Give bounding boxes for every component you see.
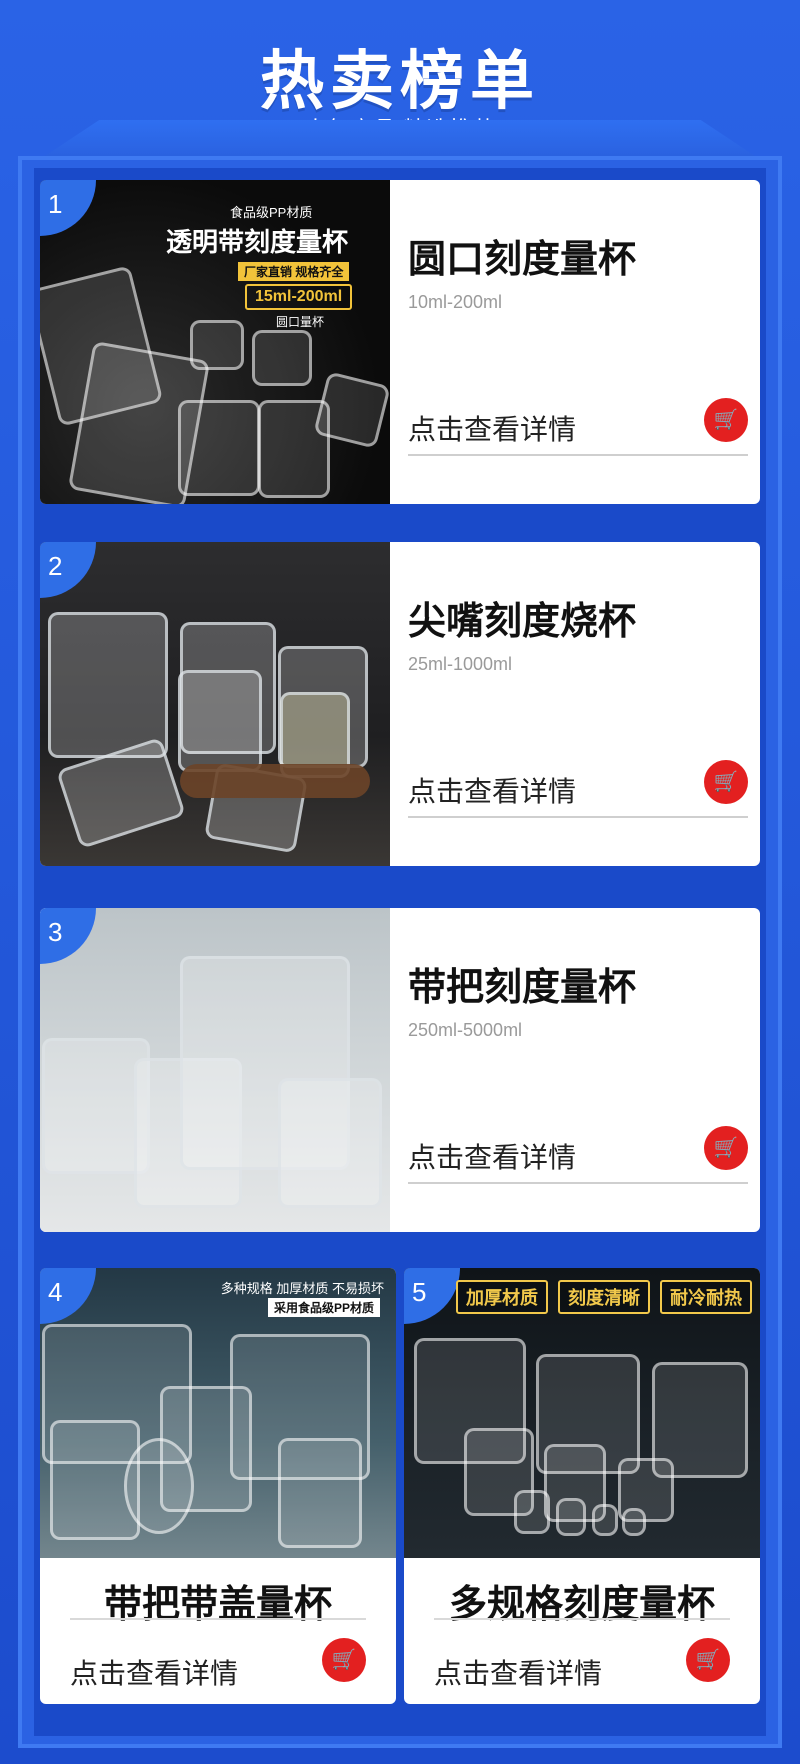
- product-title-1: 圆口刻度量杯: [408, 239, 637, 281]
- shopping-cart-icon[interactable]: 🛒: [704, 760, 748, 804]
- lid-cup-shape: [278, 1438, 362, 1548]
- product-image-2[interactable]: 2: [40, 542, 390, 866]
- view-details-text-1: 点击查看详情: [408, 414, 577, 445]
- product-card-2[interactable]: 2 尖嘴刻度烧杯 25ml-1000ml 点击查看详情 🛒: [40, 542, 760, 866]
- feature-chip: 刻度清晰: [558, 1280, 650, 1314]
- rank-badge-5: 5: [404, 1268, 460, 1324]
- lid-cup-shape: [124, 1438, 194, 1534]
- image-text-4-line1: 多种规格 加厚材质 不易损坏: [220, 1281, 384, 1296]
- product-card-5[interactable]: 5 加厚材质 刻度清晰 耐冷耐热 多规格刻度量杯 点击查看详情 🛒: [404, 1268, 760, 1704]
- wooden-board: [180, 764, 370, 798]
- rank-badge-2: 2: [40, 542, 96, 598]
- cup-shape: [252, 330, 312, 386]
- measuring-cup-shape: [278, 1078, 382, 1208]
- divider: [434, 1618, 730, 1620]
- shopping-cart-icon[interactable]: 🛒: [686, 1638, 730, 1682]
- measuring-cup-shape: [592, 1504, 618, 1536]
- shopping-cart-icon[interactable]: 🛒: [322, 1638, 366, 1682]
- shopping-cart-icon[interactable]: 🛒: [704, 398, 748, 442]
- cup-shape: [178, 400, 260, 496]
- image-text-4-line2: 采用食品级PP材质: [267, 1298, 380, 1317]
- view-details-text-4[interactable]: 点击查看详情: [70, 1652, 238, 1692]
- product-image-1[interactable]: 1 食品级PP材质 透明带刻度量杯 厂家直销 规格齐全 15ml-200ml 圆…: [40, 180, 391, 504]
- image-text-1-line1: 食品级PP材质: [230, 205, 313, 220]
- measuring-cup-shape: [514, 1490, 550, 1534]
- rank-badge-1: 1: [40, 180, 96, 236]
- product-title-2: 尖嘴刻度烧杯: [408, 601, 637, 643]
- view-details-text-5[interactable]: 点击查看详情: [434, 1652, 602, 1692]
- hot-sale-page: 热卖榜单 人气商品 精选推荐 1 食品级PP材质 透明带刻度量杯 厂家直销 规格…: [0, 0, 800, 1764]
- feature-chip: 加厚材质: [456, 1280, 548, 1314]
- product-image-3[interactable]: 3: [40, 908, 390, 1232]
- product-card-1[interactable]: 1 食品级PP材质 透明带刻度量杯 厂家直销 规格齐全 15ml-200ml 圆…: [40, 180, 760, 504]
- image-text-1-line3: 厂家直销 规格齐全: [238, 262, 350, 281]
- product-spec-1: 10ml-200ml: [408, 292, 503, 312]
- measuring-cup-shape: [622, 1508, 646, 1536]
- view-details-text-3: 点击查看详情: [408, 1142, 577, 1173]
- shopping-cart-icon[interactable]: 🛒: [704, 1126, 748, 1170]
- product-title-3: 带把刻度量杯: [408, 967, 637, 1009]
- product-spec-2: 25ml-1000ml: [408, 654, 513, 674]
- rank-badge-3: 3: [40, 908, 96, 964]
- product-card-4[interactable]: 4 多种规格 加厚材质 不易损坏 采用食品级PP材质 带把带盖量杯 点击查看详情…: [40, 1268, 396, 1704]
- header-ribbon: [42, 120, 758, 158]
- image-text-1-line2: 透明带刻度量杯: [166, 227, 349, 257]
- page-title: 热卖榜单: [260, 45, 540, 117]
- product-spec-3: 250ml-5000ml: [408, 1020, 523, 1040]
- feature-chip: 耐冷耐热: [660, 1280, 752, 1314]
- product-image-4[interactable]: 4 多种规格 加厚材质 不易损坏 采用食品级PP材质: [40, 1268, 396, 1558]
- view-details-text-2: 点击查看详情: [408, 776, 577, 807]
- divider: [70, 1618, 366, 1620]
- view-details-link-3[interactable]: 点击查看详情 🛒: [408, 1126, 748, 1184]
- view-details-link-1[interactable]: 点击查看详情 🛒: [408, 398, 748, 456]
- beaker-shape: [48, 612, 168, 758]
- product-card-3[interactable]: 3 带把刻度量杯 250ml-5000ml 点击查看详情 🛒: [40, 908, 760, 1232]
- cup-shape: [190, 320, 244, 370]
- view-details-link-2[interactable]: 点击查看详情 🛒: [408, 760, 748, 818]
- image-text-1-line4: 15ml-200ml: [245, 284, 353, 310]
- beaker-shape: [178, 670, 262, 772]
- image-text-1-line5: 圆口量杯: [276, 315, 325, 329]
- product-image-5[interactable]: 5 加厚材质 刻度清晰 耐冷耐热: [404, 1268, 760, 1558]
- rank-badge-4: 4: [40, 1268, 96, 1324]
- feature-chips: 加厚材质 刻度清晰 耐冷耐热: [456, 1280, 752, 1314]
- measuring-cup-shape: [556, 1498, 586, 1536]
